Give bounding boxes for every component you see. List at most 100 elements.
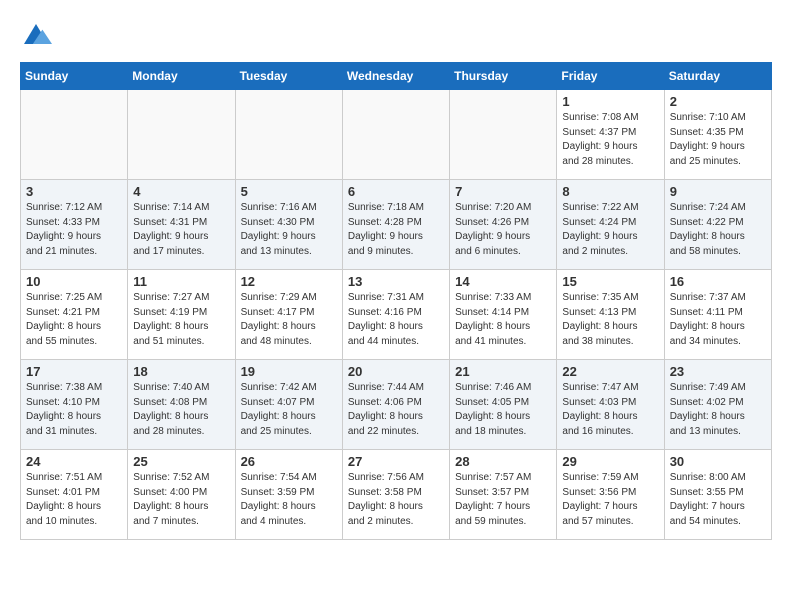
day-info: Sunrise: 7:10 AM Sunset: 4:35 PM Dayligh… — [670, 111, 766, 169]
day-number: 2 — [670, 94, 766, 109]
day-info: Sunrise: 7:27 AM Sunset: 4:19 PM Dayligh… — [133, 291, 229, 349]
day-number: 12 — [241, 274, 337, 289]
day-info: Sunrise: 8:00 AM Sunset: 3:55 PM Dayligh… — [670, 471, 766, 529]
calendar-day: 18 Sunrise: 7:40 AM Sunset: 4:08 PM Dayli… — [128, 360, 235, 450]
weekday-row: SundayMondayTuesdayWednesdayThursdayFrid… — [21, 63, 772, 90]
day-info: Sunrise: 7:31 AM Sunset: 4:16 PM Dayligh… — [348, 291, 444, 349]
calendar-day: 4 Sunrise: 7:14 AM Sunset: 4:31 PM Daylig… — [128, 180, 235, 270]
calendar-day: 15Sunrise: 7:35 AM Sunset: 4:13 PM Dayli… — [557, 270, 664, 360]
day-number: 18 — [133, 364, 229, 379]
day-number: 29 — [562, 454, 658, 469]
logo-icon — [20, 20, 52, 52]
day-info: Sunrise: 7:52 AM Sunset: 4:00 PM Dayligh… — [133, 471, 229, 529]
day-number: 21 — [455, 364, 551, 379]
day-number: 27 — [348, 454, 444, 469]
calendar-day: 14Sunrise: 7:33 AM Sunset: 4:14 PM Dayli… — [450, 270, 557, 360]
calendar-day — [128, 90, 235, 180]
calendar-week: 1 Sunrise: 7:08 AM Sunset: 4:37 PM Daylig… — [21, 90, 772, 180]
calendar-day: 16 Sunrise: 7:37 AM Sunset: 4:11 PM Dayli… — [664, 270, 771, 360]
day-info: Sunrise: 7:57 AM Sunset: 3:57 PM Dayligh… — [455, 471, 551, 529]
day-number: 5 — [241, 184, 337, 199]
calendar-day: 8 Sunrise: 7:22 AM Sunset: 4:24 PM Daylig… — [557, 180, 664, 270]
calendar-week: 3Sunrise: 7:12 AM Sunset: 4:33 PM Daylig… — [21, 180, 772, 270]
day-info: Sunrise: 7:12 AM Sunset: 4:33 PM Dayligh… — [26, 201, 122, 259]
calendar-day — [235, 90, 342, 180]
calendar-week: 17Sunrise: 7:38 AM Sunset: 4:10 PM Dayli… — [21, 360, 772, 450]
day-info: Sunrise: 7:37 AM Sunset: 4:11 PM Dayligh… — [670, 291, 766, 349]
day-number: 9 — [670, 184, 766, 199]
day-info: Sunrise: 7:42 AM Sunset: 4:07 PM Dayligh… — [241, 381, 337, 439]
calendar-day: 2 Sunrise: 7:10 AM Sunset: 4:35 PM Daylig… — [664, 90, 771, 180]
day-number: 6 — [348, 184, 444, 199]
calendar-day: 25 Sunrise: 7:52 AM Sunset: 4:00 PM Dayli… — [128, 450, 235, 540]
calendar-day: 28 Sunrise: 7:57 AM Sunset: 3:57 PM Dayli… — [450, 450, 557, 540]
day-number: 23 — [670, 364, 766, 379]
day-info: Sunrise: 7:25 AM Sunset: 4:21 PM Dayligh… — [26, 291, 122, 349]
day-info: Sunrise: 7:22 AM Sunset: 4:24 PM Dayligh… — [562, 201, 658, 259]
day-number: 8 — [562, 184, 658, 199]
calendar-week: 24 Sunrise: 7:51 AM Sunset: 4:01 PM Dayli… — [21, 450, 772, 540]
weekday-header: Thursday — [450, 63, 557, 90]
day-number: 1 — [562, 94, 658, 109]
day-number: 24 — [26, 454, 122, 469]
calendar-day: 29 Sunrise: 7:59 AM Sunset: 3:56 PM Dayli… — [557, 450, 664, 540]
weekday-header: Friday — [557, 63, 664, 90]
calendar-day: 5 Sunrise: 7:16 AM Sunset: 4:30 PM Daylig… — [235, 180, 342, 270]
day-info: Sunrise: 7:54 AM Sunset: 3:59 PM Dayligh… — [241, 471, 337, 529]
day-info: Sunrise: 7:33 AM Sunset: 4:14 PM Dayligh… — [455, 291, 551, 349]
day-number: 19 — [241, 364, 337, 379]
day-number: 11 — [133, 274, 229, 289]
day-number: 30 — [670, 454, 766, 469]
day-info: Sunrise: 7:56 AM Sunset: 3:58 PM Dayligh… — [348, 471, 444, 529]
day-number: 10 — [26, 274, 122, 289]
weekday-header: Saturday — [664, 63, 771, 90]
calendar-day: 24 Sunrise: 7:51 AM Sunset: 4:01 PM Dayli… — [21, 450, 128, 540]
day-info: Sunrise: 7:49 AM Sunset: 4:02 PM Dayligh… — [670, 381, 766, 439]
day-number: 15 — [562, 274, 658, 289]
day-number: 22 — [562, 364, 658, 379]
calendar-day: 10 Sunrise: 7:25 AM Sunset: 4:21 PM Dayli… — [21, 270, 128, 360]
page-header — [20, 20, 772, 52]
day-number: 28 — [455, 454, 551, 469]
day-info: Sunrise: 7:08 AM Sunset: 4:37 PM Dayligh… — [562, 111, 658, 169]
day-number: 7 — [455, 184, 551, 199]
day-info: Sunrise: 7:38 AM Sunset: 4:10 PM Dayligh… — [26, 381, 122, 439]
calendar-day: 22Sunrise: 7:47 AM Sunset: 4:03 PM Dayli… — [557, 360, 664, 450]
day-info: Sunrise: 7:29 AM Sunset: 4:17 PM Dayligh… — [241, 291, 337, 349]
day-info: Sunrise: 7:59 AM Sunset: 3:56 PM Dayligh… — [562, 471, 658, 529]
calendar-day: 19 Sunrise: 7:42 AM Sunset: 4:07 PM Dayli… — [235, 360, 342, 450]
day-number: 20 — [348, 364, 444, 379]
calendar-day: 9Sunrise: 7:24 AM Sunset: 4:22 PM Daylig… — [664, 180, 771, 270]
day-info: Sunrise: 7:14 AM Sunset: 4:31 PM Dayligh… — [133, 201, 229, 259]
calendar-day: 11 Sunrise: 7:27 AM Sunset: 4:19 PM Dayli… — [128, 270, 235, 360]
calendar-day: 1 Sunrise: 7:08 AM Sunset: 4:37 PM Daylig… — [557, 90, 664, 180]
calendar-day: 3Sunrise: 7:12 AM Sunset: 4:33 PM Daylig… — [21, 180, 128, 270]
weekday-header: Tuesday — [235, 63, 342, 90]
day-number: 25 — [133, 454, 229, 469]
calendar-header: SundayMondayTuesdayWednesdayThursdayFrid… — [21, 63, 772, 90]
logo — [20, 20, 56, 52]
weekday-header: Wednesday — [342, 63, 449, 90]
calendar-day: 30 Sunrise: 8:00 AM Sunset: 3:55 PM Dayli… — [664, 450, 771, 540]
calendar-day: 20 Sunrise: 7:44 AM Sunset: 4:06 PM Dayli… — [342, 360, 449, 450]
day-info: Sunrise: 7:16 AM Sunset: 4:30 PM Dayligh… — [241, 201, 337, 259]
calendar-day — [21, 90, 128, 180]
day-info: Sunrise: 7:46 AM Sunset: 4:05 PM Dayligh… — [455, 381, 551, 439]
day-info: Sunrise: 7:40 AM Sunset: 4:08 PM Dayligh… — [133, 381, 229, 439]
calendar: SundayMondayTuesdayWednesdayThursdayFrid… — [20, 62, 772, 540]
calendar-day: 26 Sunrise: 7:54 AM Sunset: 3:59 PM Dayli… — [235, 450, 342, 540]
day-number: 26 — [241, 454, 337, 469]
day-info: Sunrise: 7:44 AM Sunset: 4:06 PM Dayligh… — [348, 381, 444, 439]
weekday-header: Monday — [128, 63, 235, 90]
calendar-day: 7 Sunrise: 7:20 AM Sunset: 4:26 PM Daylig… — [450, 180, 557, 270]
calendar-day: 13Sunrise: 7:31 AM Sunset: 4:16 PM Dayli… — [342, 270, 449, 360]
calendar-day — [342, 90, 449, 180]
day-number: 4 — [133, 184, 229, 199]
calendar-day: 12 Sunrise: 7:29 AM Sunset: 4:17 PM Dayli… — [235, 270, 342, 360]
calendar-day: 23 Sunrise: 7:49 AM Sunset: 4:02 PM Dayli… — [664, 360, 771, 450]
day-info: Sunrise: 7:51 AM Sunset: 4:01 PM Dayligh… — [26, 471, 122, 529]
day-number: 16 — [670, 274, 766, 289]
calendar-day: 6Sunrise: 7:18 AM Sunset: 4:28 PM Daylig… — [342, 180, 449, 270]
day-info: Sunrise: 7:20 AM Sunset: 4:26 PM Dayligh… — [455, 201, 551, 259]
calendar-day: 21 Sunrise: 7:46 AM Sunset: 4:05 PM Dayli… — [450, 360, 557, 450]
